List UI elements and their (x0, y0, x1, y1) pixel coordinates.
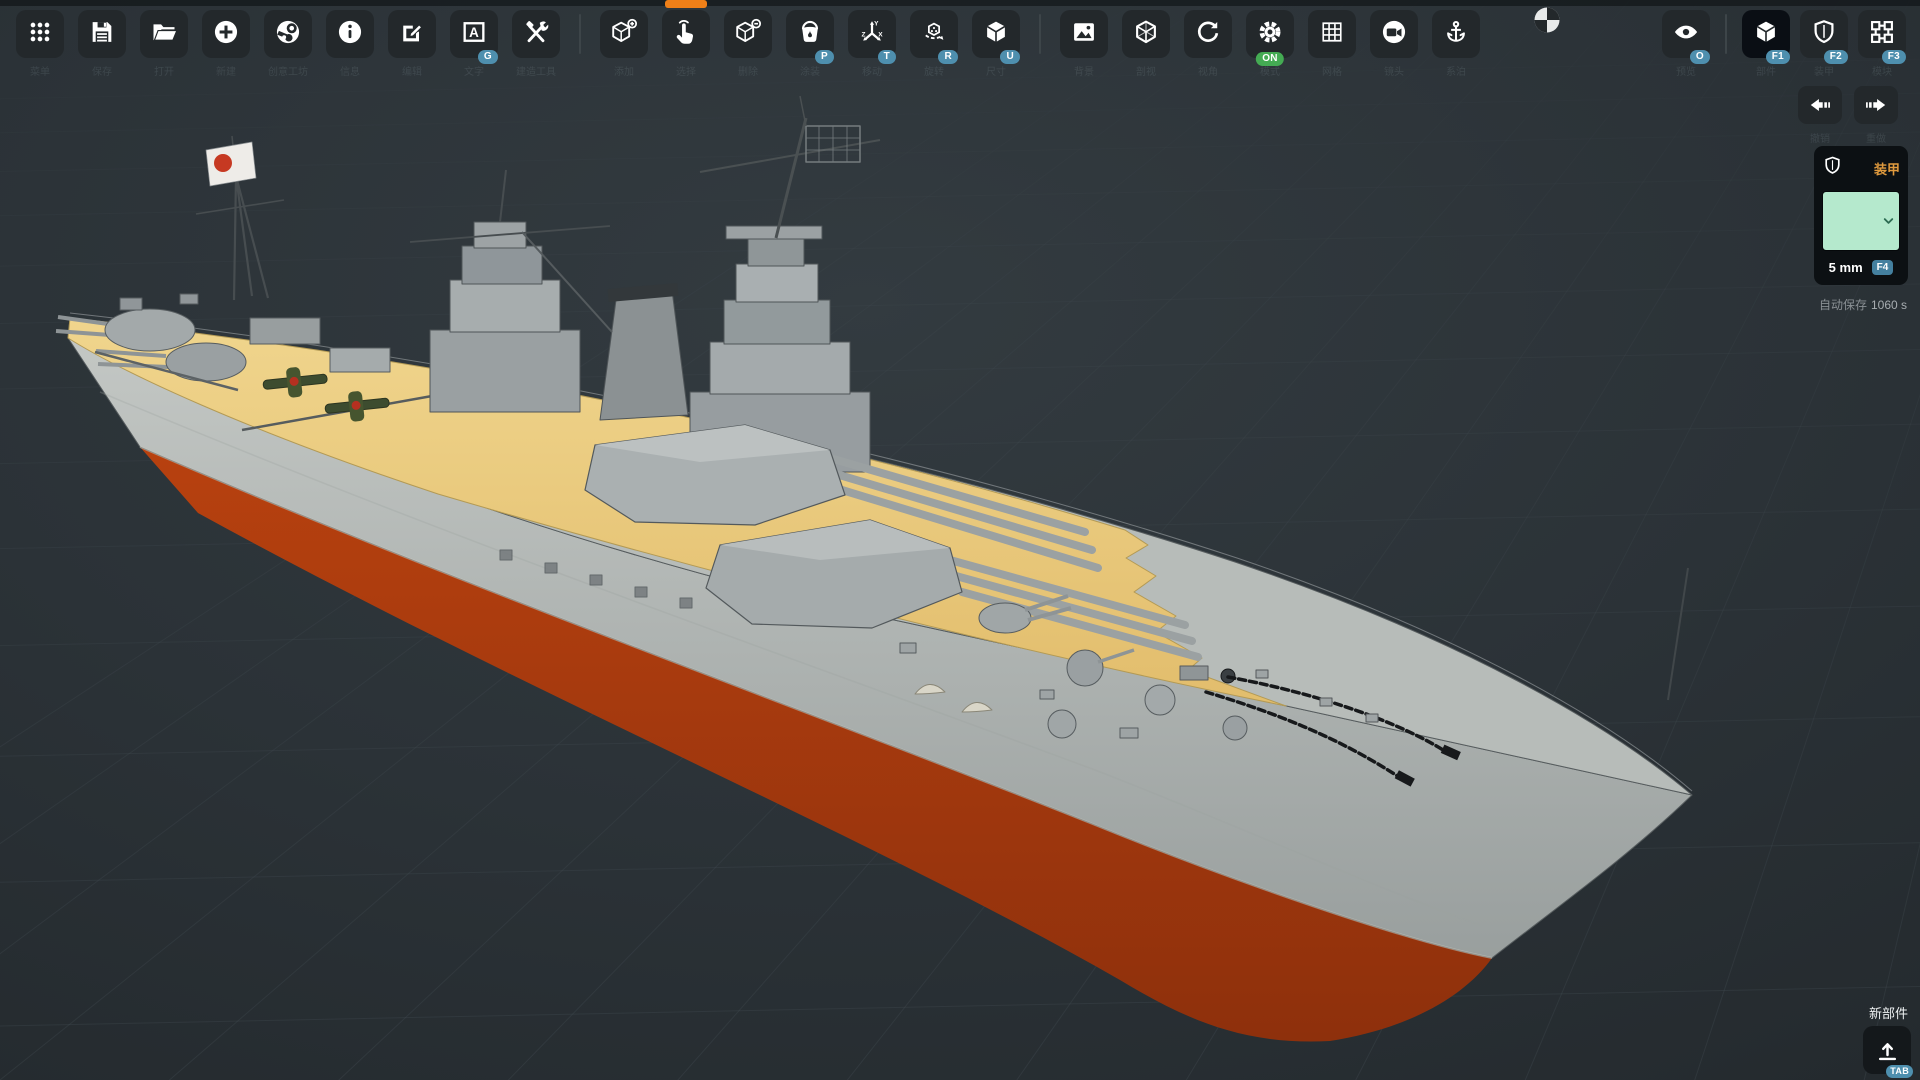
toolbar-divider (1725, 14, 1727, 54)
hotkey-badge: F3 (1882, 50, 1906, 65)
grid-icon (1318, 18, 1346, 51)
toolbar-button-anchor[interactable]: 系泊 (1432, 10, 1480, 58)
toolbar-button-move-axes[interactable]: YZXT移动 (848, 10, 896, 58)
toolbar-divider (1039, 14, 1041, 54)
toolbar-button-steam[interactable]: 创意工坊 (264, 10, 312, 58)
redo-button[interactable]: 重做 (1854, 86, 1898, 124)
toolbar-button-paint-bucket[interactable]: P涂装 (786, 10, 834, 58)
move-axes-icon: Y Z X (858, 18, 886, 51)
toolbar-button-grid[interactable]: 网格 (1308, 10, 1356, 58)
toolbar-button-shield[interactable]: F2装甲 (1800, 10, 1848, 58)
cube-add-icon (610, 18, 638, 51)
hotkey-badge: F2 (1824, 50, 1848, 65)
info-icon (336, 18, 364, 51)
autosave-value: 1060 s (1871, 298, 1907, 312)
top-edge-strip (0, 0, 1920, 6)
undo-button[interactable]: 撤销 (1798, 86, 1842, 124)
toolbar-button-camera[interactable]: 镜头 (1370, 10, 1418, 58)
toolbar-button-tools[interactable]: 建造工具 (512, 10, 560, 58)
tools-icon (522, 18, 550, 51)
scene-canvas (0, 0, 1920, 1080)
anchor-icon (1442, 18, 1470, 51)
hotkey-badge: O (1690, 50, 1710, 65)
toolbar-button-refresh[interactable]: 视角 (1184, 10, 1232, 58)
toolbar-button-rotate-cube[interactable]: R旋转 (910, 10, 958, 58)
new-part-hotkey-badge: TAB (1886, 1065, 1913, 1078)
svg-text:X: X (878, 31, 883, 38)
toolbar-button-image[interactable]: 背景 (1060, 10, 1108, 58)
armor-panel-title: 装甲 (1874, 159, 1900, 178)
hotkey-badge: P (815, 50, 834, 65)
toolbar-button-hand[interactable]: 选择 (662, 10, 710, 58)
svg-text:A: A (469, 24, 479, 39)
chevron-down-icon (1881, 214, 1896, 229)
armor-material-dropdown[interactable] (1822, 191, 1900, 251)
cube-wire-icon (1132, 18, 1160, 51)
hotkey-badge: F1 (1766, 50, 1790, 65)
armor-hotkey-badge: F4 (1872, 260, 1894, 275)
text-a-icon: A (460, 18, 488, 51)
svg-text:Y: Y (874, 20, 879, 27)
autosave-label: 自动保存 (1819, 298, 1867, 312)
hotkey-badge: R (938, 50, 958, 65)
modules-icon (1868, 18, 1896, 51)
cube-remove-icon (734, 18, 762, 51)
toolbar-view-modes: O预览 F1部件F2装甲F3模块 (1662, 10, 1906, 58)
folder-open-icon (150, 18, 178, 51)
hotkey-badge: G (478, 50, 498, 65)
new-part-button[interactable]: TAB (1863, 1026, 1911, 1074)
toolbar-button-cube-wire[interactable]: 剖视 (1122, 10, 1170, 58)
toolbar-button-info[interactable]: 信息 (326, 10, 374, 58)
plus-circle-icon (212, 18, 240, 51)
paint-bucket-icon (796, 18, 824, 51)
frame-marker-icon (1532, 5, 1562, 35)
shield-icon (1810, 18, 1838, 51)
image-icon (1070, 18, 1098, 51)
toolbar-button-modules[interactable]: F3模块 (1858, 10, 1906, 58)
eye-icon (1672, 18, 1700, 51)
toolbar-button-cube-remove[interactable]: 删除 (724, 10, 772, 58)
shield-icon (1822, 155, 1843, 181)
toolbar-button-apps-grid[interactable]: 菜单 (16, 10, 64, 58)
viewport-3d[interactable] (0, 0, 1920, 1080)
cube-solid-icon (1752, 18, 1780, 51)
svg-text:Z: Z (862, 31, 866, 38)
edit-icon (398, 18, 426, 51)
toolbar-button-cube-add[interactable]: 添加 (600, 10, 648, 58)
gear-icon (1256, 18, 1284, 51)
toolbar-button-edit[interactable]: 编辑 (388, 10, 436, 58)
hotkey-badge: T (878, 50, 896, 65)
armor-thickness-value: 5 mm (1829, 260, 1863, 275)
refresh-icon (1194, 18, 1222, 51)
toolbar-button-text-a[interactable]: AG文字 (450, 10, 498, 58)
toolbar-button-plus-circle[interactable]: 新建 (202, 10, 250, 58)
toolbar-button-folder-open[interactable]: 打开 (140, 10, 188, 58)
autosave-status: 自动保存 1060 s (1819, 296, 1907, 313)
toolbar-button-cube-solid[interactable]: U尺寸 (972, 10, 1020, 58)
new-part-label: 新部件 (1869, 1003, 1908, 1022)
toolbar-button-cube-solid[interactable]: F1部件 (1742, 10, 1790, 58)
cube-solid-icon (982, 18, 1010, 51)
history-controls: 撤销 重做 (1798, 86, 1898, 124)
hand-icon (672, 18, 700, 51)
camera-icon (1380, 18, 1408, 51)
toolbar-main: 菜单保存打开新建创意工坊信息编辑AG文字建造工具添加选择删除P涂装YZXT移动R… (16, 10, 1480, 58)
toolbar-button-gear[interactable]: ON模式 (1246, 10, 1294, 58)
armor-panel: 装甲 5 mm F4 (1814, 146, 1908, 285)
steam-icon (274, 18, 302, 51)
toolbar-button-eye[interactable]: O预览 (1662, 10, 1710, 58)
toolbar-divider (579, 14, 581, 54)
open-parts-tray-icon (1874, 1037, 1901, 1064)
save-icon (88, 18, 116, 51)
toolbar-button-save[interactable]: 保存 (78, 10, 126, 58)
apps-grid-icon (26, 18, 54, 51)
hotkey-badge: ON (1256, 52, 1284, 67)
rotate-cube-icon (920, 18, 948, 51)
hotkey-badge: U (1000, 50, 1020, 65)
